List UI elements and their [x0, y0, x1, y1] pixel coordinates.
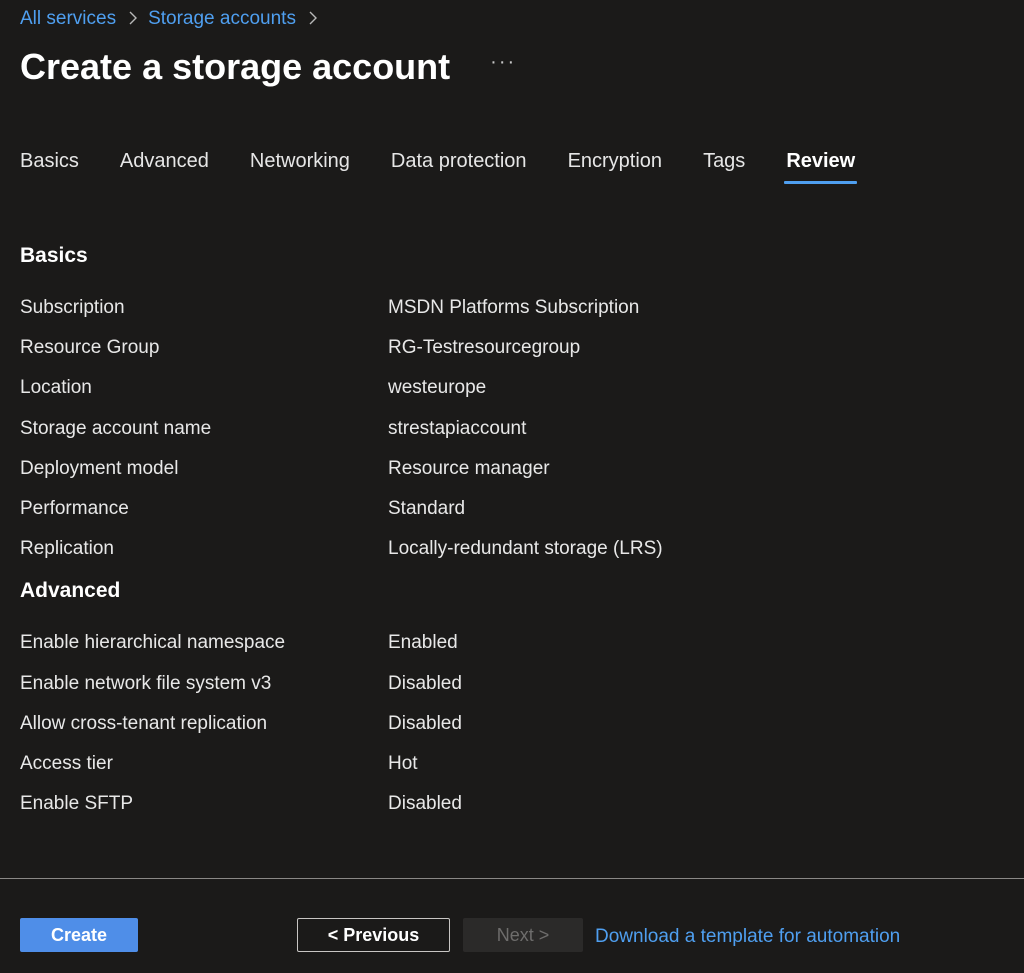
row-value: Standard [388, 498, 466, 520]
row-label: Performance [20, 498, 129, 520]
footer-divider [0, 878, 1024, 879]
row-value: Enabled [388, 632, 458, 654]
row-value: Locally-redundant storage (LRS) [388, 538, 663, 560]
page-title: Create a storage account [20, 46, 451, 87]
create-storage-account-page: All services Storage accounts Create a s… [0, 0, 1024, 973]
section-title-advanced: Advanced [20, 579, 121, 603]
ellipsis-icon[interactable]: ··· [486, 51, 520, 84]
basics-rows: Subscription MSDN Platforms Subscription… [20, 288, 1000, 569]
row-value: westeurope [388, 377, 487, 399]
breadcrumb-all-services[interactable]: All services [20, 7, 116, 31]
review-row: Performance Standard [20, 489, 1000, 529]
tab-basics[interactable]: Basics [20, 147, 79, 184]
review-row: Replication Locally-redundant storage (L… [20, 529, 1000, 569]
row-value: Disabled [388, 672, 462, 694]
review-row: Enable hierarchical namespace Enabled [20, 623, 1000, 663]
row-label: Deployment model [20, 457, 179, 479]
review-row: Location westeurope [20, 368, 1000, 408]
chevron-right-icon [308, 7, 318, 31]
review-row: Storage account name strestapiaccount [20, 409, 1000, 449]
review-row: Resource Group RG-Testresourcegroup [20, 328, 1000, 368]
breadcrumb-storage-accounts[interactable]: Storage accounts [148, 7, 296, 31]
row-value: MSDN Platforms Subscription [388, 297, 640, 319]
section-title-basics: Basics [20, 244, 88, 267]
row-label: Location [20, 377, 92, 399]
breadcrumb: All services Storage accounts [20, 7, 328, 31]
row-value: strestapiaccount [388, 417, 527, 439]
row-value: RG-Testresourcegroup [388, 337, 581, 359]
row-label: Access tier [20, 752, 113, 774]
tab-encryption[interactable]: Encryption [568, 147, 663, 184]
tab-data-protection[interactable]: Data protection [391, 147, 527, 184]
review-content[interactable]: Basics Subscription MSDN Platforms Subsc… [20, 238, 1000, 834]
row-label: Enable SFTP [20, 793, 133, 815]
basics-section: Basics Subscription MSDN Platforms Subsc… [20, 238, 1000, 569]
tab-advanced[interactable]: Advanced [120, 147, 209, 184]
row-label: Subscription [20, 297, 125, 319]
title-row: Create a storage account ··· [20, 44, 520, 90]
tab-bar: Basics Advanced Networking Data protecti… [20, 147, 896, 184]
row-label: Storage account name [20, 417, 212, 439]
row-value: Resource manager [388, 457, 550, 479]
next-button[interactable]: Next > [463, 918, 583, 952]
row-value: Disabled [388, 712, 462, 734]
tab-review[interactable]: Review [784, 147, 858, 184]
tab-tags[interactable]: Tags [703, 147, 745, 184]
row-value: Hot [388, 752, 418, 774]
row-label: Enable network file system v3 [20, 672, 272, 694]
chevron-right-icon [128, 7, 138, 31]
previous-button[interactable]: < Previous [297, 918, 450, 952]
row-label: Allow cross-tenant replication [20, 712, 268, 734]
create-button[interactable]: Create [20, 918, 138, 952]
advanced-section: Advanced Enable hierarchical namespace E… [20, 573, 1000, 824]
row-label: Enable hierarchical namespace [20, 632, 286, 654]
review-row: Deployment model Resource manager [20, 449, 1000, 489]
review-row: Enable SFTP Disabled [20, 784, 1000, 824]
row-value: Disabled [388, 793, 462, 815]
row-label: Resource Group [20, 337, 160, 359]
review-row: Enable network file system v3 Disabled [20, 664, 1000, 704]
review-row: Subscription MSDN Platforms Subscription [20, 288, 1000, 328]
tab-networking[interactable]: Networking [250, 147, 350, 184]
row-label: Replication [20, 538, 114, 560]
advanced-rows: Enable hierarchical namespace Enabled En… [20, 623, 1000, 824]
download-template-link[interactable]: Download a template for automation [595, 926, 900, 948]
review-row: Allow cross-tenant replication Disabled [20, 704, 1000, 744]
review-row: Access tier Hot [20, 744, 1000, 784]
